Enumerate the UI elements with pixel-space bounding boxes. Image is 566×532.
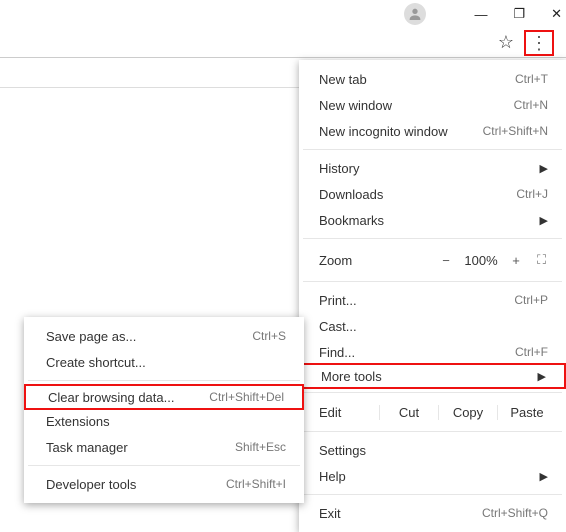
maximize-button[interactable]: ❐ — [513, 6, 525, 22]
menu-item-settings[interactable]: Settings — [299, 437, 566, 463]
menu-separator — [303, 494, 562, 495]
submenu-item-extensions[interactable]: Extensions — [24, 408, 304, 434]
menu-item-new-incognito[interactable]: New incognito window Ctrl+Shift+N — [299, 118, 566, 144]
submenu-item-clear-browsing-data[interactable]: Clear browsing data... Ctrl+Shift+Del — [24, 384, 304, 410]
menu-item-find[interactable]: Find... Ctrl+F — [299, 339, 566, 365]
label: Extensions — [46, 414, 110, 429]
menu-separator — [303, 392, 562, 393]
label: Clear browsing data... — [48, 390, 174, 405]
menu-item-new-tab[interactable]: New tab Ctrl+T — [299, 66, 566, 92]
label: Edit — [319, 405, 379, 420]
edit-paste-button[interactable]: Paste — [497, 405, 556, 420]
menu-separator — [303, 149, 562, 150]
label: New tab — [319, 72, 367, 87]
menu-item-print[interactable]: Print... Ctrl+P — [299, 287, 566, 313]
edit-copy-button[interactable]: Copy — [438, 405, 497, 420]
label: Save page as... — [46, 329, 136, 344]
submenu-arrow-icon: ▶ — [538, 370, 546, 383]
fullscreen-icon[interactable]: ⛶ — [530, 252, 554, 268]
zoom-in-button[interactable]: + — [502, 253, 530, 268]
shortcut: Ctrl+J — [516, 187, 548, 201]
menu-separator — [303, 238, 562, 239]
shortcut: Ctrl+N — [514, 98, 548, 112]
label: Bookmarks — [319, 213, 384, 228]
label: Help — [319, 469, 346, 484]
submenu-arrow-icon: ▶ — [540, 470, 548, 483]
menu-item-history[interactable]: History ▶ — [299, 155, 566, 181]
menu-item-edit: Edit Cut Copy Paste — [299, 398, 566, 426]
shortcut: Ctrl+Shift+N — [483, 124, 548, 138]
label: Find... — [319, 345, 355, 360]
label: Print... — [319, 293, 357, 308]
menu-item-exit[interactable]: Exit Ctrl+Shift+Q — [299, 500, 566, 526]
menu-separator — [28, 465, 300, 466]
label: Developer tools — [46, 477, 136, 492]
main-menu-button[interactable]: ⋮ — [524, 30, 554, 56]
menu-item-cast[interactable]: Cast... — [299, 313, 566, 339]
label: Create shortcut... — [46, 355, 146, 370]
shortcut: Shift+Esc — [235, 440, 286, 454]
label: History — [319, 161, 359, 176]
menu-item-bookmarks[interactable]: Bookmarks ▶ — [299, 207, 566, 233]
shortcut: Ctrl+F — [515, 345, 548, 359]
shortcut: Ctrl+T — [515, 72, 548, 86]
zoom-value: 100% — [460, 253, 502, 268]
submenu-item-create-shortcut[interactable]: Create shortcut... — [24, 349, 304, 375]
menu-separator — [303, 281, 562, 282]
menu-separator — [303, 431, 562, 432]
menu-item-new-window[interactable]: New window Ctrl+N — [299, 92, 566, 118]
window-titlebar: — ❐ ✕ — [0, 0, 566, 28]
label: Downloads — [319, 187, 383, 202]
shortcut: Ctrl+P — [514, 293, 548, 307]
menu-item-downloads[interactable]: Downloads Ctrl+J — [299, 181, 566, 207]
window-controls: — ❐ ✕ — [474, 6, 562, 22]
minimize-button[interactable]: — — [474, 7, 487, 22]
shortcut: Ctrl+Shift+Q — [482, 506, 548, 520]
label: Zoom — [319, 253, 432, 268]
label: New incognito window — [319, 124, 448, 139]
label: New window — [319, 98, 392, 113]
label: Cast... — [319, 319, 357, 334]
edit-cut-button[interactable]: Cut — [379, 405, 438, 420]
menu-item-more-tools[interactable]: More tools ▶ — [299, 363, 566, 389]
submenu-item-save-page-as[interactable]: Save page as... Ctrl+S — [24, 323, 304, 349]
label: More tools — [321, 369, 382, 384]
menu-item-zoom: Zoom − 100% + ⛶ — [299, 244, 566, 276]
submenu-arrow-icon: ▶ — [540, 162, 548, 175]
submenu-item-developer-tools[interactable]: Developer tools Ctrl+Shift+I — [24, 471, 304, 497]
submenu-item-task-manager[interactable]: Task manager Shift+Esc — [24, 434, 304, 460]
shortcut: Ctrl+Shift+Del — [209, 390, 284, 404]
close-button[interactable]: ✕ — [551, 6, 562, 22]
submenu-arrow-icon: ▶ — [540, 214, 548, 227]
shortcut: Ctrl+Shift+I — [226, 477, 286, 491]
menu-item-help[interactable]: Help ▶ — [299, 463, 566, 489]
more-tools-submenu: Save page as... Ctrl+S Create shortcut..… — [24, 317, 304, 503]
label: Settings — [319, 443, 366, 458]
zoom-out-button[interactable]: − — [432, 253, 460, 268]
menu-separator — [28, 380, 300, 381]
label: Task manager — [46, 440, 128, 455]
address-toolbar: ☆ ⋮ — [0, 28, 566, 58]
main-menu-dropdown: New tab Ctrl+T New window Ctrl+N New inc… — [299, 60, 566, 532]
shortcut: Ctrl+S — [252, 329, 286, 343]
profile-avatar-icon[interactable] — [404, 3, 426, 25]
bookmark-star-icon[interactable]: ☆ — [498, 32, 514, 53]
label: Exit — [319, 506, 341, 521]
